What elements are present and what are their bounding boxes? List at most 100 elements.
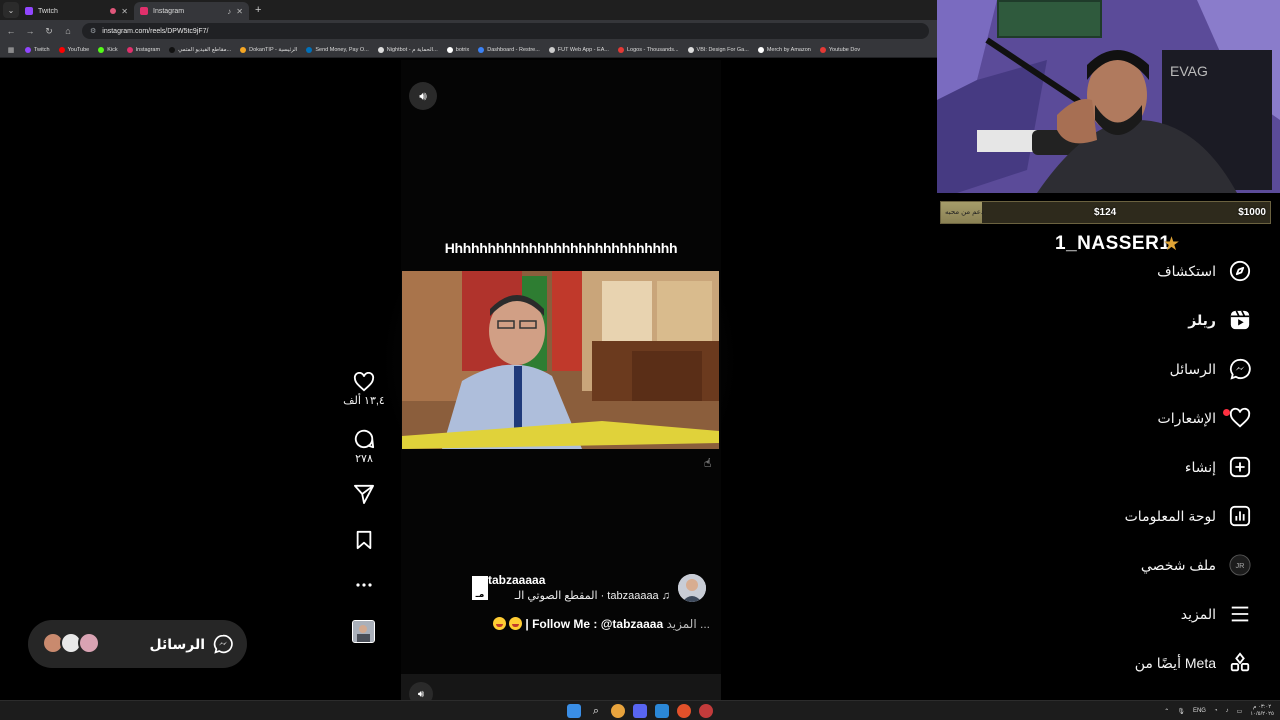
tab-twitch[interactable]: Twitch ✕ (19, 2, 134, 20)
sidebar-item-3[interactable]: الإشعارات (1158, 405, 1252, 431)
goal-current: $124 (1094, 207, 1117, 218)
like-button[interactable]: ١٣,٤ ألف (340, 372, 388, 407)
language-indicator[interactable]: ENG (1193, 708, 1206, 714)
close-tab-icon[interactable]: ✕ (121, 7, 128, 16)
sidebar-item-2[interactable]: الرسائل (1170, 356, 1252, 382)
next-reel-preview[interactable] (401, 674, 721, 700)
bookmark-label: DokanTIP - الرئيسية (249, 46, 298, 53)
audio-mini-thumb[interactable]: مـ (472, 576, 488, 600)
comment-icon (354, 429, 375, 449)
bookmark-label: Youtube Dov (828, 46, 861, 53)
bookmark-item[interactable]: Merch by Amazon (757, 46, 811, 53)
heart-icon (1228, 406, 1252, 430)
sidebar-item-7[interactable]: المزيد (1181, 601, 1252, 627)
reel-video[interactable] (402, 271, 719, 449)
bookmark-item[interactable]: Nightbot - الحماية م... (377, 46, 438, 53)
clock-time: ٠٣:٠٢ م (1252, 704, 1272, 710)
music-note-icon: ♫ (658, 590, 670, 602)
save-button[interactable] (340, 530, 388, 550)
messenger-icon (1228, 357, 1252, 381)
bookmark-item[interactable]: مقاطع الفيديو المتمي... (169, 46, 232, 53)
sidebar-item-1[interactable]: ريلز (1188, 307, 1252, 333)
audio-thumbnail[interactable] (352, 620, 375, 643)
mute-tab-icon[interactable]: ♪ (227, 7, 231, 16)
windows-taskbar: ⌕ ⌃ 🎙︎ ENG ◔ ♪ ▭ ٠٣:٠٢ م ١٠/٥/٢٠٢٥ (0, 700, 1280, 720)
wifi-icon[interactable]: ◔ (1214, 708, 1218, 714)
bookmark-icon (356, 530, 372, 550)
start-icon[interactable] (567, 704, 581, 718)
caption-more-link[interactable]: المزيد ... (666, 617, 710, 631)
bookmark-item[interactable]: Instagram (126, 46, 160, 53)
bookmark-item[interactable]: FUT Web App - EA... (548, 46, 609, 53)
video-frame (402, 271, 719, 449)
reload-icon[interactable]: ↻ (44, 26, 54, 37)
webcam-image: EVAG (937, 0, 1280, 193)
speaker-icon[interactable]: ♪ (1226, 708, 1229, 714)
bookmark-item[interactable]: Dashboard - Restre... (478, 46, 540, 53)
tab-search-icon[interactable]: ⌄ (3, 2, 19, 18)
volume-icon[interactable]: 🔊︎ (409, 82, 437, 110)
bookmark-label: Nightbot - الحماية م... (386, 46, 438, 53)
comment-button[interactable]: ٢٧٨ (340, 428, 388, 465)
audio-label[interactable]: ♫ tabzaaaaa · المقطع الصوتي الـ (515, 589, 670, 602)
sidebar-item-8[interactable]: أيضًا من Meta (1135, 650, 1252, 676)
author-username[interactable]: tabzaaaaa (488, 573, 545, 587)
bookmark-label: مقاطع الفيديو المتمي... (178, 46, 232, 53)
close-tab-icon[interactable]: ✕ (236, 7, 243, 16)
bookmarks-bar: ▦ Twitch YouTube Kick Instagram مقاطع الفيدي… (0, 42, 937, 58)
clock[interactable]: ٠٣:٠٢ م ١٠/٥/٢٠٢٥ (1250, 704, 1274, 718)
cam-logo: EVAG (1170, 63, 1208, 79)
bookmark-favicon-icon (617, 46, 624, 53)
bookmark-item[interactable]: Logos - Thousands... (617, 46, 679, 53)
new-tab-icon[interactable]: + (255, 4, 261, 16)
avatar (78, 632, 100, 654)
address-bar[interactable]: ⚙ instagram.com/reels/DPW5tc9jF7/ (82, 23, 929, 39)
tab-instagram[interactable]: Instagram ♪ ✕ (134, 2, 249, 20)
author-avatar[interactable] (678, 574, 706, 602)
search-icon[interactable]: ⌕ (589, 704, 603, 718)
reel-overlay-text: Hhhhhhhhhhhhhhhhhhhhhhhhhhhh (444, 240, 678, 256)
more-options-button[interactable] (340, 576, 388, 594)
bookmark-item[interactable]: VBI: Design For Ga... (687, 46, 749, 53)
sidebar-item-label: لوحة المعلومات (1124, 507, 1216, 524)
bookmark-item[interactable]: Youtube Dov (819, 46, 861, 53)
tab-label: Instagram (153, 7, 185, 15)
bookmark-item[interactable]: Send Money, Pay O... (306, 46, 369, 53)
mic-icon[interactable]: 🎙︎ (1177, 708, 1185, 715)
bookmark-favicon-icon (306, 46, 313, 53)
bookmark-favicon-icon (377, 46, 384, 53)
url-text: instagram.com/reels/DPW5tc9jF7/ (102, 27, 209, 35)
svg-text:JR: JR (1236, 561, 1245, 570)
sidebar-item-5[interactable]: لوحة المعلومات (1125, 503, 1252, 529)
site-info-icon[interactable]: ⚙ (90, 27, 96, 35)
bookmark-favicon-icon (126, 46, 133, 53)
bookmark-item[interactable]: DokanTIP - الرئيسية (240, 46, 298, 53)
back-icon[interactable]: ← (6, 26, 16, 36)
bookmark-item[interactable]: Kick (98, 46, 118, 53)
home-icon[interactable]: ⌂ (63, 26, 73, 36)
reels-icon (1228, 308, 1252, 332)
obs-icon[interactable] (677, 704, 691, 718)
sidebar-item-0[interactable]: استكشاف (1157, 258, 1252, 284)
battery-icon[interactable]: ▭ (1237, 708, 1243, 715)
bookmark-item[interactable]: YouTube (58, 46, 89, 53)
app-icon[interactable] (655, 704, 669, 718)
apps-icon[interactable]: ▦ (6, 46, 16, 54)
chrome-icon[interactable] (611, 704, 625, 718)
bookmark-item[interactable]: botrix (446, 46, 469, 53)
share-button[interactable] (340, 484, 388, 504)
sidebar-item-6[interactable]: ملف شخصي JR (1141, 552, 1252, 578)
sidebar-item-label: أيضًا من Meta (1134, 654, 1216, 671)
messages-avatars (42, 632, 132, 656)
tray-arrow-icon[interactable]: ⌃ (1164, 708, 1169, 715)
browser-tabstrip: ⌄ Twitch ✕ Instagram ♪ ✕ + (0, 0, 937, 20)
browser-toolbar: ← → ↻ ⌂ ⚙ instagram.com/reels/DPW5tc9jF7… (0, 20, 937, 42)
star-icon: ★ (1163, 234, 1181, 255)
discord-icon[interactable] (633, 704, 647, 718)
bookmark-label: Send Money, Pay O... (315, 46, 369, 53)
forward-icon[interactable]: → (25, 26, 35, 36)
bookmark-item[interactable]: Twitch (25, 46, 50, 53)
app-icon[interactable] (699, 704, 713, 718)
messages-pill[interactable]: الرسائل (28, 620, 247, 668)
sidebar-item-4[interactable]: إنشاء (1185, 454, 1252, 480)
